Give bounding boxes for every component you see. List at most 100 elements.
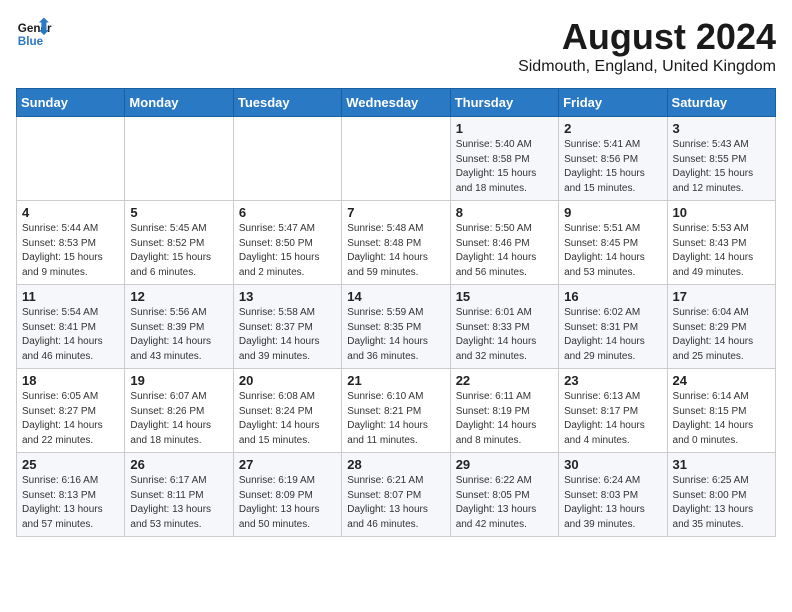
calendar-cell: 6 Sunrise: 5:47 AMSunset: 8:50 PMDaylight… [233,201,341,285]
calendar-subtitle: Sidmouth, England, United Kingdom [518,58,776,76]
day-info: Sunrise: 5:54 AMSunset: 8:41 PMDaylight:… [22,306,119,364]
calendar-cell [17,117,125,201]
day-info: Sunrise: 6:16 AMSunset: 8:13 PMDaylight:… [22,474,119,532]
calendar-cell: 11 Sunrise: 5:54 AMSunset: 8:41 PMDayligh… [17,285,125,369]
calendar-cell: 30 Sunrise: 6:24 AMSunset: 8:03 PMDayligh… [559,453,667,537]
header-saturday: Saturday [667,89,775,117]
day-number: 16 [564,289,661,304]
logo-icon: General Blue [16,16,52,52]
calendar-header-row: SundayMondayTuesdayWednesdayThursdayFrid… [17,89,776,117]
day-number: 3 [673,121,770,136]
calendar-cell: 25Sunrise: 6:16 AMSunset: 8:13 PMDayligh… [17,453,125,537]
header: General Blue August 2024 Sidmouth, Engla… [16,16,776,76]
calendar-cell: 14 Sunrise: 5:59 AMSunset: 8:35 PMDayligh… [342,285,450,369]
day-number: 23 [564,373,661,388]
calendar-cell: 18Sunrise: 6:05 AMSunset: 8:27 PMDayligh… [17,369,125,453]
calendar-cell: 3Sunrise: 5:43 AMSunset: 8:55 PMDaylight… [667,117,775,201]
day-info: Sunrise: 5:58 AMSunset: 8:37 PMDaylight:… [239,306,336,364]
day-number: 19 [130,373,227,388]
calendar-cell: 13 Sunrise: 5:58 AMSunset: 8:37 PMDayligh… [233,285,341,369]
calendar-cell: 9 Sunrise: 5:51 AMSunset: 8:45 PMDaylight… [559,201,667,285]
day-info: Sunrise: 6:11 AMSunset: 8:19 PMDaylight:… [456,390,553,448]
week-row-5: 25Sunrise: 6:16 AMSunset: 8:13 PMDayligh… [17,453,776,537]
day-number: 6 [239,205,336,220]
day-info: Sunrise: 5:44 AMSunset: 8:53 PMDaylight:… [22,222,119,280]
day-number: 17 [673,289,770,304]
header-thursday: Thursday [450,89,558,117]
day-info: Sunrise: 6:22 AMSunset: 8:05 PMDaylight:… [456,474,553,532]
day-info: Sunrise: 5:40 AMSunset: 8:58 PMDaylight:… [456,138,553,196]
day-number: 27 [239,457,336,472]
calendar-cell: 26 Sunrise: 6:17 AMSunset: 8:11 PMDayligh… [125,453,233,537]
day-number: 11 [22,289,119,304]
calendar-cell: 15 Sunrise: 6:01 AMSunset: 8:33 PMDayligh… [450,285,558,369]
calendar-cell: 16 Sunrise: 6:02 AMSunset: 8:31 PMDayligh… [559,285,667,369]
day-number: 14 [347,289,444,304]
calendar-table: SundayMondayTuesdayWednesdayThursdayFrid… [16,88,776,537]
day-number: 8 [456,205,553,220]
day-number: 12 [130,289,227,304]
calendar-cell: 8 Sunrise: 5:50 AMSunset: 8:46 PMDaylight… [450,201,558,285]
day-info: Sunrise: 5:45 AMSunset: 8:52 PMDaylight:… [130,222,227,280]
calendar-cell [342,117,450,201]
day-info: Sunrise: 5:48 AMSunset: 8:48 PMDaylight:… [347,222,444,280]
day-number: 7 [347,205,444,220]
calendar-cell [125,117,233,201]
calendar-cell: 27 Sunrise: 6:19 AMSunset: 8:09 PMDayligh… [233,453,341,537]
header-tuesday: Tuesday [233,89,341,117]
header-monday: Monday [125,89,233,117]
day-info: Sunrise: 5:53 AMSunset: 8:43 PMDaylight:… [673,222,770,280]
day-number: 9 [564,205,661,220]
calendar-cell: 21 Sunrise: 6:10 AMSunset: 8:21 PMDayligh… [342,369,450,453]
calendar-cell: 17 Sunrise: 6:04 AMSunset: 8:29 PMDayligh… [667,285,775,369]
day-info: Sunrise: 6:05 AMSunset: 8:27 PMDaylight:… [22,390,119,448]
day-number: 30 [564,457,661,472]
title-area: August 2024 Sidmouth, England, United Ki… [518,16,776,76]
day-number: 20 [239,373,336,388]
day-info: Sunrise: 6:19 AMSunset: 8:09 PMDaylight:… [239,474,336,532]
day-info: Sunrise: 5:59 AMSunset: 8:35 PMDaylight:… [347,306,444,364]
day-info: Sunrise: 5:50 AMSunset: 8:46 PMDaylight:… [456,222,553,280]
logo: General Blue [16,16,52,52]
day-info: Sunrise: 6:17 AMSunset: 8:11 PMDaylight:… [130,474,227,532]
day-number: 31 [673,457,770,472]
calendar-cell [233,117,341,201]
day-info: Sunrise: 5:51 AMSunset: 8:45 PMDaylight:… [564,222,661,280]
calendar-cell: 29 Sunrise: 6:22 AMSunset: 8:05 PMDayligh… [450,453,558,537]
day-number: 15 [456,289,553,304]
day-info: Sunrise: 5:41 AMSunset: 8:56 PMDaylight:… [564,138,661,196]
day-number: 13 [239,289,336,304]
calendar-cell: 19Sunrise: 6:07 AMSunset: 8:26 PMDayligh… [125,369,233,453]
calendar-cell: 2Sunrise: 5:41 AMSunset: 8:56 PMDaylight… [559,117,667,201]
calendar-cell: 4Sunrise: 5:44 AMSunset: 8:53 PMDaylight… [17,201,125,285]
day-info: Sunrise: 6:02 AMSunset: 8:31 PMDaylight:… [564,306,661,364]
day-info: Sunrise: 6:04 AMSunset: 8:29 PMDaylight:… [673,306,770,364]
day-info: Sunrise: 5:47 AMSunset: 8:50 PMDaylight:… [239,222,336,280]
header-wednesday: Wednesday [342,89,450,117]
day-info: Sunrise: 6:08 AMSunset: 8:24 PMDaylight:… [239,390,336,448]
svg-text:Blue: Blue [18,35,44,48]
day-number: 29 [456,457,553,472]
week-row-4: 18Sunrise: 6:05 AMSunset: 8:27 PMDayligh… [17,369,776,453]
week-row-3: 11 Sunrise: 5:54 AMSunset: 8:41 PMDayligh… [17,285,776,369]
day-number: 1 [456,121,553,136]
day-info: Sunrise: 6:14 AMSunset: 8:15 PMDaylight:… [673,390,770,448]
day-number: 21 [347,373,444,388]
calendar-cell: 31 Sunrise: 6:25 AMSunset: 8:00 PMDayligh… [667,453,775,537]
day-number: 24 [673,373,770,388]
day-info: Sunrise: 5:56 AMSunset: 8:39 PMDaylight:… [130,306,227,364]
day-info: Sunrise: 6:25 AMSunset: 8:00 PMDaylight:… [673,474,770,532]
day-info: Sunrise: 6:21 AMSunset: 8:07 PMDaylight:… [347,474,444,532]
calendar-cell: 5Sunrise: 5:45 AMSunset: 8:52 PMDaylight… [125,201,233,285]
calendar-cell: 22Sunrise: 6:11 AMSunset: 8:19 PMDayligh… [450,369,558,453]
day-info: Sunrise: 6:01 AMSunset: 8:33 PMDaylight:… [456,306,553,364]
day-info: Sunrise: 6:24 AMSunset: 8:03 PMDaylight:… [564,474,661,532]
calendar-title: August 2024 [518,16,776,58]
calendar-cell: 23Sunrise: 6:13 AMSunset: 8:17 PMDayligh… [559,369,667,453]
day-info: Sunrise: 6:10 AMSunset: 8:21 PMDaylight:… [347,390,444,448]
calendar-cell: 12 Sunrise: 5:56 AMSunset: 8:39 PMDayligh… [125,285,233,369]
calendar-cell: 10 Sunrise: 5:53 AMSunset: 8:43 PMDayligh… [667,201,775,285]
header-friday: Friday [559,89,667,117]
day-number: 26 [130,457,227,472]
day-number: 10 [673,205,770,220]
